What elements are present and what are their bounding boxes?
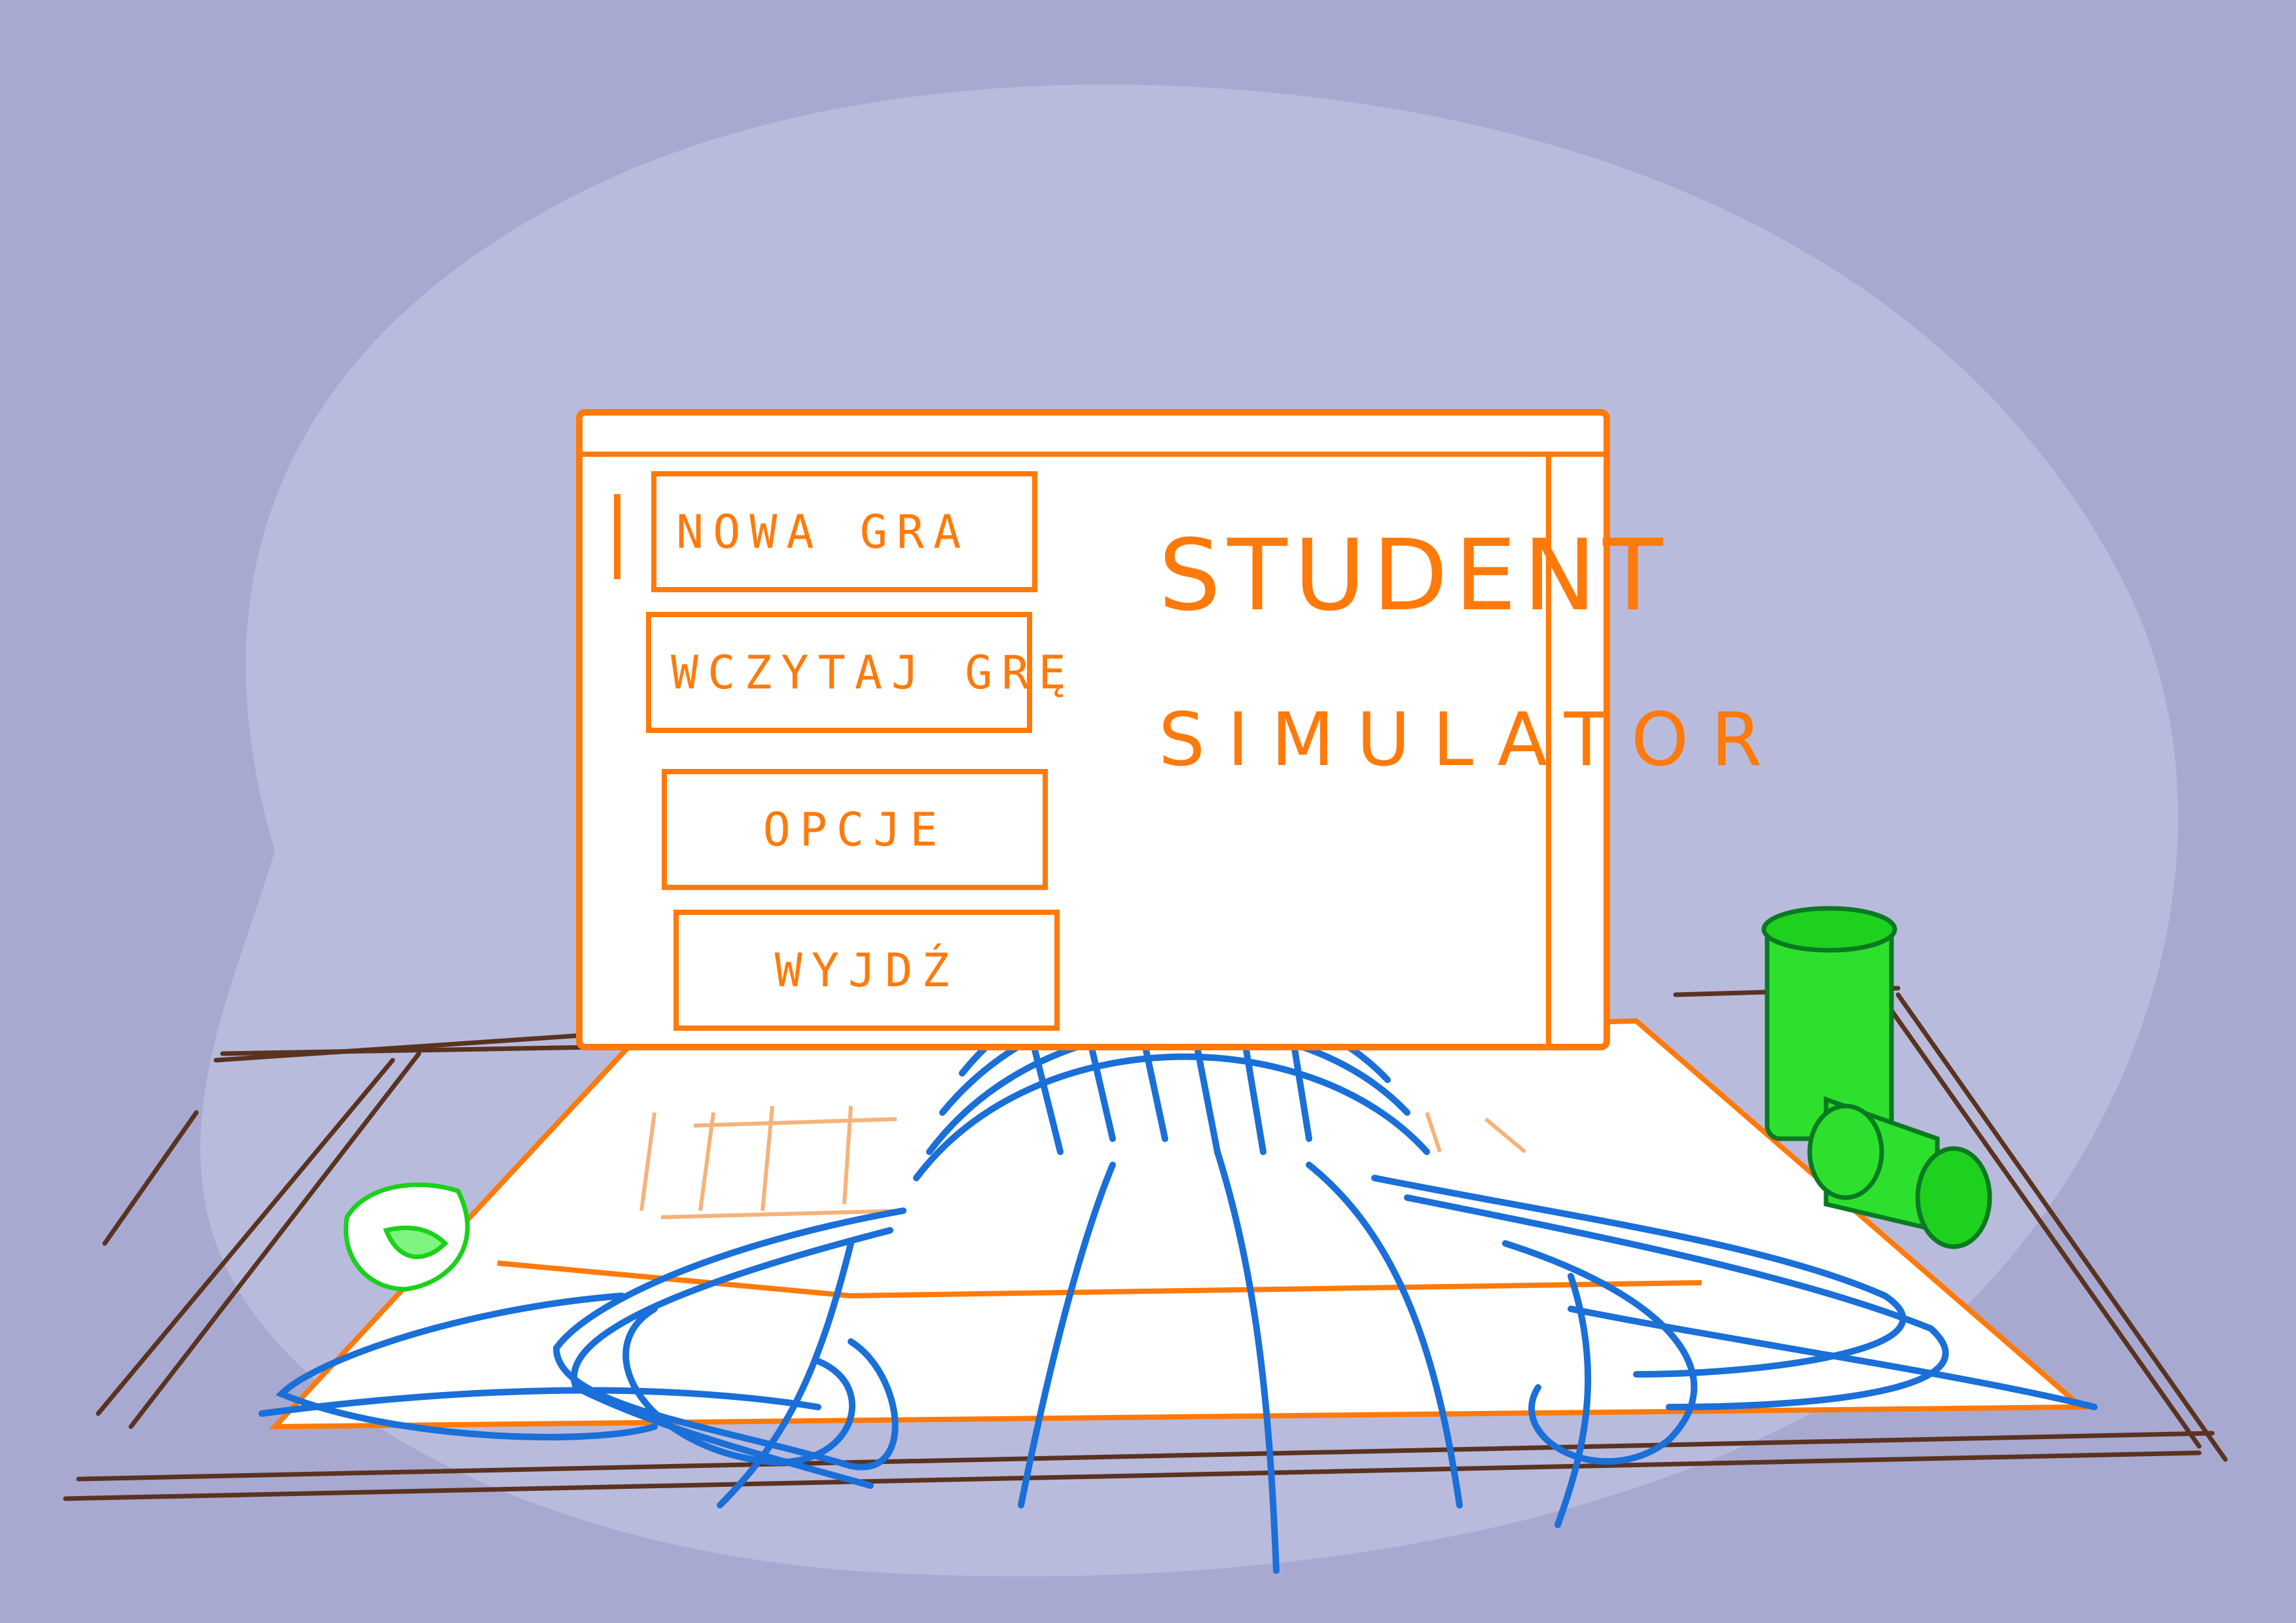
screen-window-titlebar: [583, 452, 1604, 457]
load-game-label: WCZYTAJ GRĘ: [671, 645, 1075, 700]
main-menu: NOWA GRA WCZYTAJ GRĘ OPCJE WYJDŹ: [646, 471, 1066, 1050]
screen-scroll-marker: [614, 494, 620, 579]
game-title: STUDENT SIMULATOR: [1158, 519, 1785, 783]
options-button[interactable]: OPCJE: [662, 769, 1048, 890]
game-title-line2: SIMULATOR: [1158, 698, 1785, 783]
new-game-button[interactable]: NOWA GRA: [651, 471, 1037, 592]
exit-label: WYJDŹ: [774, 943, 959, 997]
options-label: OPCJE: [762, 802, 947, 857]
exit-button[interactable]: WYJDŹ: [673, 910, 1060, 1031]
game-title-line1: STUDENT: [1158, 519, 1670, 633]
new-game-label: NOWA GRA: [676, 505, 971, 559]
laptop-screen: NOWA GRA WCZYTAJ GRĘ OPCJE WYJDŹ STUDENT…: [576, 409, 1785, 1050]
scene: NOWA GRA WCZYTAJ GRĘ OPCJE WYJDŹ STUDENT…: [0, 0, 2296, 1623]
load-game-button[interactable]: WCZYTAJ GRĘ: [646, 612, 1066, 733]
